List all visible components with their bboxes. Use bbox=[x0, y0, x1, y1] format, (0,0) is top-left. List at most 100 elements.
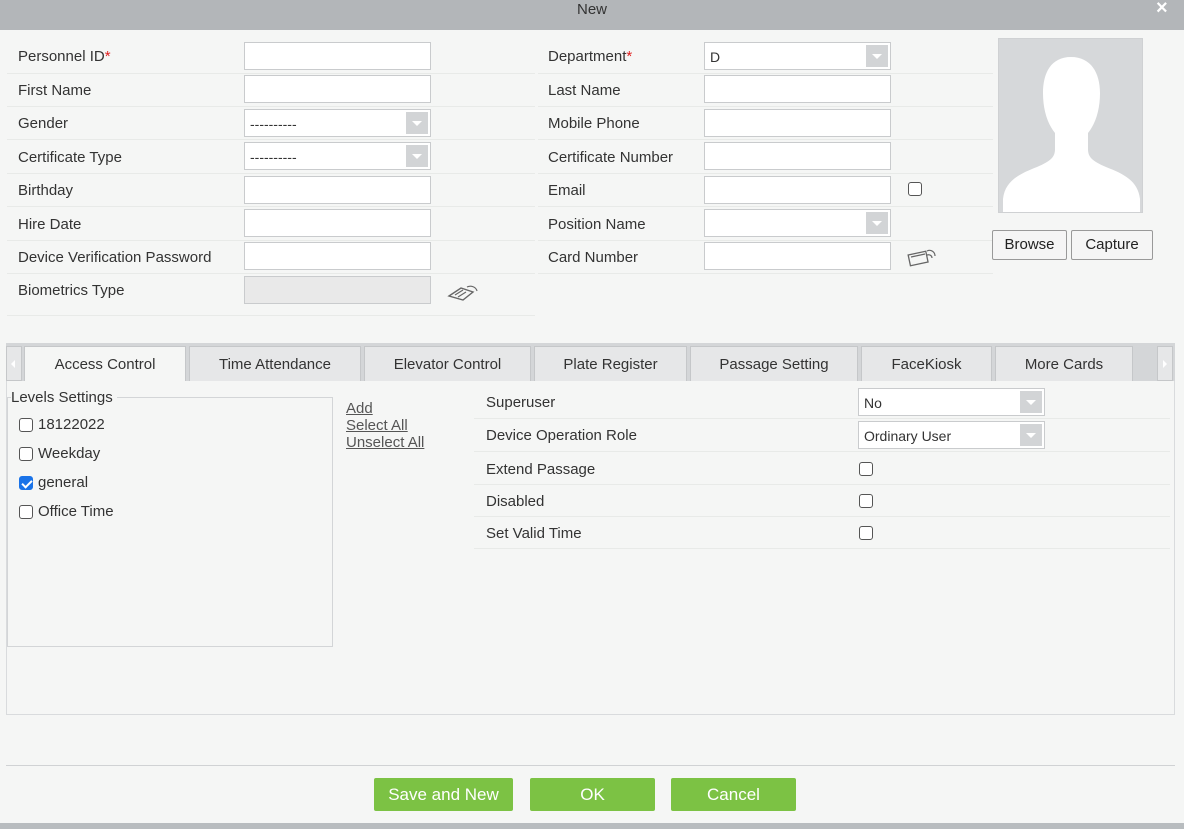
row-divider bbox=[7, 73, 535, 74]
tab-bar: Access Control Time Attendance Elevator … bbox=[6, 343, 1175, 382]
required-mark: * bbox=[626, 48, 633, 65]
email-input[interactable] bbox=[704, 176, 891, 204]
tab-scroll-right-icon[interactable] bbox=[1157, 346, 1173, 381]
hire-date-input[interactable] bbox=[244, 209, 431, 237]
capture-button[interactable]: Capture bbox=[1071, 230, 1153, 260]
last-name-input[interactable] bbox=[704, 75, 891, 103]
department-select[interactable]: D bbox=[704, 42, 891, 70]
card-number-label: Card Number bbox=[548, 249, 639, 266]
chevron-down-icon[interactable] bbox=[1020, 424, 1042, 446]
tab-access-control[interactable]: Access Control bbox=[24, 346, 186, 382]
personnel-id-input[interactable] bbox=[244, 42, 431, 70]
device-operation-role-label: Device Operation Role bbox=[486, 427, 637, 444]
tab-more-cards[interactable]: More Cards bbox=[995, 346, 1133, 381]
disabled-checkbox[interactable] bbox=[859, 494, 873, 508]
set-valid-time-label: Set Valid Time bbox=[486, 525, 582, 542]
new-personnel-dialog: New × Personnel ID* First Name Gender --… bbox=[0, 0, 1184, 829]
chevron-down-icon[interactable] bbox=[1020, 391, 1042, 413]
levels-fieldset bbox=[7, 397, 333, 647]
save-and-new-button[interactable]: Save and New bbox=[374, 778, 513, 811]
department-value: D bbox=[710, 49, 721, 65]
row-divider bbox=[474, 418, 1170, 419]
tab-passage-setting[interactable]: Passage Setting bbox=[690, 346, 858, 381]
biometrics-type-input bbox=[244, 276, 431, 304]
row-divider bbox=[7, 315, 535, 316]
browse-button[interactable]: Browse bbox=[992, 230, 1067, 260]
row-divider bbox=[7, 273, 535, 274]
tab-plate-register[interactable]: Plate Register bbox=[534, 346, 687, 381]
unselect-all-link[interactable]: Unselect All bbox=[346, 434, 424, 451]
cancel-button[interactable]: Cancel bbox=[671, 778, 796, 811]
level-label: general bbox=[38, 474, 89, 491]
level-checkbox[interactable] bbox=[19, 418, 33, 432]
certificate-type-select[interactable]: ---------- bbox=[244, 142, 431, 170]
first-name-label: First Name bbox=[18, 82, 92, 99]
fingerprint-reader-icon[interactable] bbox=[447, 282, 479, 302]
device-password-input[interactable] bbox=[244, 242, 431, 270]
superuser-value: No bbox=[864, 395, 882, 411]
row-divider bbox=[538, 173, 993, 174]
superuser-select[interactable]: No bbox=[858, 388, 1045, 416]
birthday-input[interactable] bbox=[244, 176, 431, 204]
personnel-photo bbox=[998, 38, 1143, 213]
row-divider bbox=[7, 139, 535, 140]
row-divider bbox=[538, 106, 993, 107]
set-valid-time-checkbox[interactable] bbox=[859, 526, 873, 540]
chevron-down-icon[interactable] bbox=[866, 45, 888, 67]
tab-elevator-control[interactable]: Elevator Control bbox=[364, 346, 531, 381]
required-mark: * bbox=[104, 48, 111, 65]
ok-button[interactable]: OK bbox=[530, 778, 655, 811]
email-label: Email bbox=[548, 182, 586, 199]
device-password-label: Device Verification Password bbox=[18, 249, 212, 266]
biometrics-type-label: Biometrics Type bbox=[18, 282, 125, 299]
gender-select[interactable]: ---------- bbox=[244, 109, 431, 137]
select-all-link[interactable]: Select All bbox=[346, 417, 408, 434]
row-divider bbox=[474, 451, 1170, 452]
superuser-label: Superuser bbox=[486, 394, 556, 411]
row-divider bbox=[474, 484, 1170, 485]
level-checkbox[interactable] bbox=[19, 447, 33, 461]
dialog-title: New bbox=[576, 1, 607, 18]
extend-passage-label: Extend Passage bbox=[486, 461, 596, 478]
row-divider bbox=[7, 206, 535, 207]
device-operation-role-value: Ordinary User bbox=[864, 428, 952, 444]
chevron-down-icon[interactable] bbox=[406, 145, 428, 167]
birthday-label: Birthday bbox=[18, 182, 74, 199]
certificate-number-label: Certificate Number bbox=[548, 149, 674, 166]
row-divider bbox=[7, 240, 535, 241]
tab-time-attendance[interactable]: Time Attendance bbox=[189, 346, 361, 381]
level-label: Weekday bbox=[38, 445, 101, 462]
chevron-down-icon[interactable] bbox=[866, 212, 888, 234]
certificate-number-input[interactable] bbox=[704, 142, 891, 170]
level-checkbox[interactable] bbox=[19, 476, 33, 490]
tab-facekiosk[interactable]: FaceKiosk bbox=[861, 346, 992, 381]
card-number-input[interactable] bbox=[704, 242, 891, 270]
gender-value: ---------- bbox=[250, 116, 297, 132]
chevron-down-icon[interactable] bbox=[406, 112, 428, 134]
first-name-input[interactable] bbox=[244, 75, 431, 103]
email-checkbox[interactable] bbox=[908, 182, 922, 196]
row-divider bbox=[474, 516, 1170, 517]
level-label: Office Time bbox=[38, 503, 114, 520]
card-reader-icon[interactable] bbox=[907, 247, 937, 267]
department-label: Department* bbox=[548, 48, 633, 65]
tab-scroll-left-icon[interactable] bbox=[6, 346, 22, 381]
last-name-label: Last Name bbox=[548, 82, 621, 99]
mobile-phone-input[interactable] bbox=[704, 109, 891, 137]
row-divider bbox=[538, 73, 993, 74]
level-checkbox[interactable] bbox=[19, 505, 33, 519]
window-bottom-edge bbox=[0, 823, 1184, 829]
device-operation-role-select[interactable]: Ordinary User bbox=[858, 421, 1045, 449]
row-divider bbox=[7, 173, 535, 174]
footer-divider bbox=[6, 765, 1175, 766]
add-level-link[interactable]: Add bbox=[346, 400, 373, 417]
position-name-select[interactable] bbox=[704, 209, 891, 237]
close-icon[interactable]: × bbox=[1156, 0, 1172, 18]
row-divider bbox=[474, 548, 1170, 549]
disabled-label: Disabled bbox=[486, 493, 545, 510]
avatar-placeholder-icon bbox=[999, 39, 1142, 212]
position-name-label: Position Name bbox=[548, 216, 646, 233]
mobile-phone-label: Mobile Phone bbox=[548, 115, 640, 132]
row-divider bbox=[538, 240, 993, 241]
extend-passage-checkbox[interactable] bbox=[859, 462, 873, 476]
